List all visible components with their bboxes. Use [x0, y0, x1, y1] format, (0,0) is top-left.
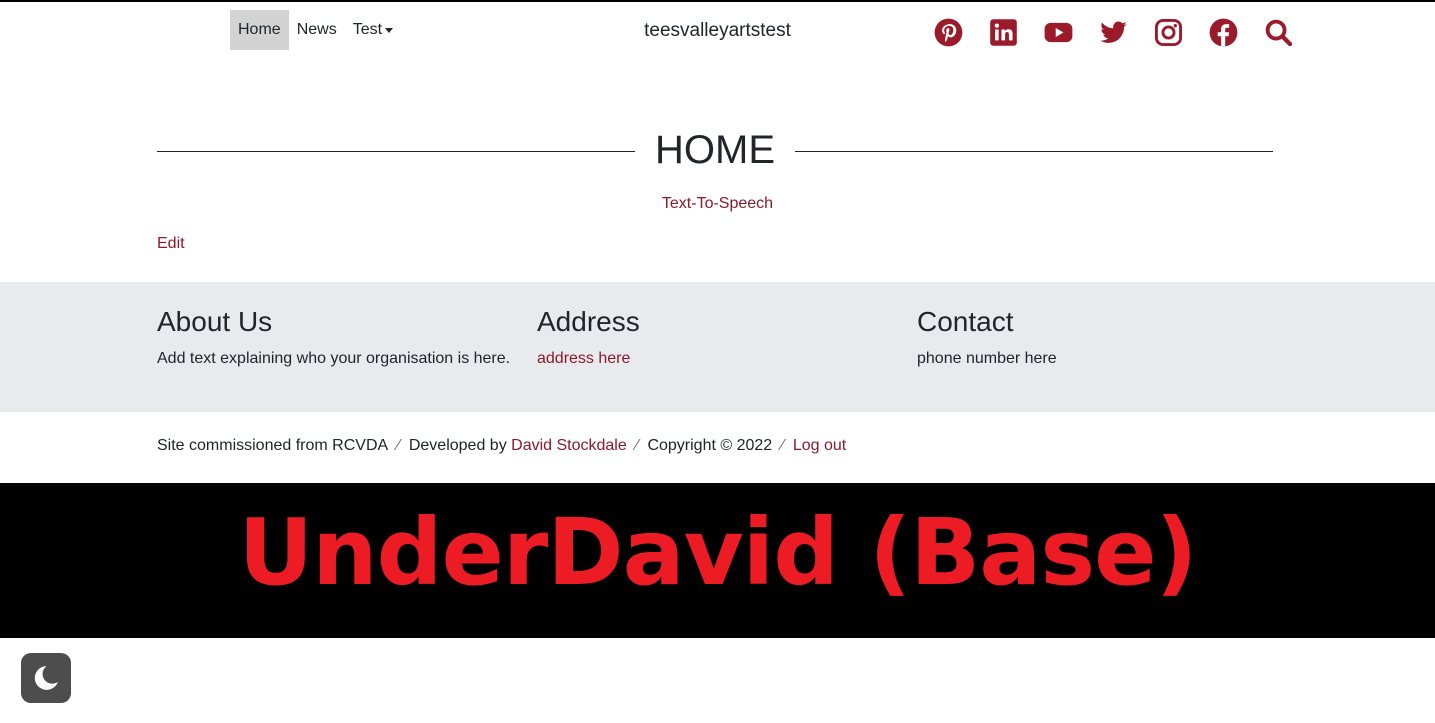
contact-text: phone number here	[917, 350, 1057, 367]
footer-info: About Us Add text explaining who your or…	[0, 282, 1435, 412]
social-icons	[934, 18, 1293, 47]
youtube-icon[interactable]	[1044, 18, 1073, 47]
environment-banner: UnderDavid (Base)	[0, 483, 1435, 638]
site-brand[interactable]: teesvalleyartstest	[644, 20, 791, 41]
title-divider-right	[795, 151, 1273, 152]
logout-link[interactable]: Log out	[793, 437, 846, 454]
developer-link[interactable]: David Stockdale	[511, 437, 627, 454]
developed-by-text: Developed by	[408, 437, 507, 454]
twitter-icon[interactable]	[1099, 18, 1128, 47]
navbar: Home News Test teesvalleyartstest	[0, 10, 1435, 50]
address-heading: Address	[537, 306, 640, 337]
footer-credits: Site commissioned from RCVDA ⁄ Developed b…	[157, 437, 846, 455]
address-column: Address address here	[537, 306, 640, 369]
search-icon[interactable]	[1264, 18, 1293, 47]
credits-separator: ⁄	[635, 437, 639, 454]
linkedin-icon[interactable]	[989, 18, 1018, 47]
about-heading: About Us	[157, 306, 273, 337]
dark-mode-toggle[interactable]	[21, 653, 71, 703]
nav-home[interactable]: Home	[230, 10, 289, 50]
pinterest-icon[interactable]	[934, 18, 963, 47]
caret-down-icon	[385, 27, 394, 33]
edit-link[interactable]: Edit	[157, 235, 185, 253]
nav-links: Home News Test	[230, 10, 401, 50]
instagram-icon[interactable]	[1154, 18, 1183, 47]
facebook-icon[interactable]	[1209, 18, 1238, 47]
moon-icon	[34, 666, 58, 690]
copyright-text: Copyright © 2022	[647, 437, 773, 454]
page-title-row: HOME	[157, 126, 1273, 176]
nav-test-dropdown[interactable]: Test	[345, 10, 401, 50]
contact-heading: Contact	[917, 306, 1014, 337]
about-text: Add text explaining who your organisatio…	[157, 350, 511, 367]
tts-wrap: Text-To-Speech	[0, 195, 1435, 213]
page-title: HOME	[655, 128, 775, 172]
banner-text: UnderDavid (Base)	[238, 499, 1197, 606]
nav-news[interactable]: News	[289, 10, 345, 50]
address-link[interactable]: address here	[537, 350, 630, 367]
credits-separator: ⁄	[397, 437, 400, 454]
commissioned-text: Site commissioned from RCVDA	[157, 437, 389, 454]
nav-test-label: Test	[352, 21, 383, 38]
credits-separator: ⁄	[781, 437, 784, 454]
text-to-speech-link[interactable]: Text-To-Speech	[662, 195, 773, 212]
contact-column: Contact phone number here	[917, 306, 1057, 369]
about-column: About Us Add text explaining who your or…	[157, 306, 510, 369]
